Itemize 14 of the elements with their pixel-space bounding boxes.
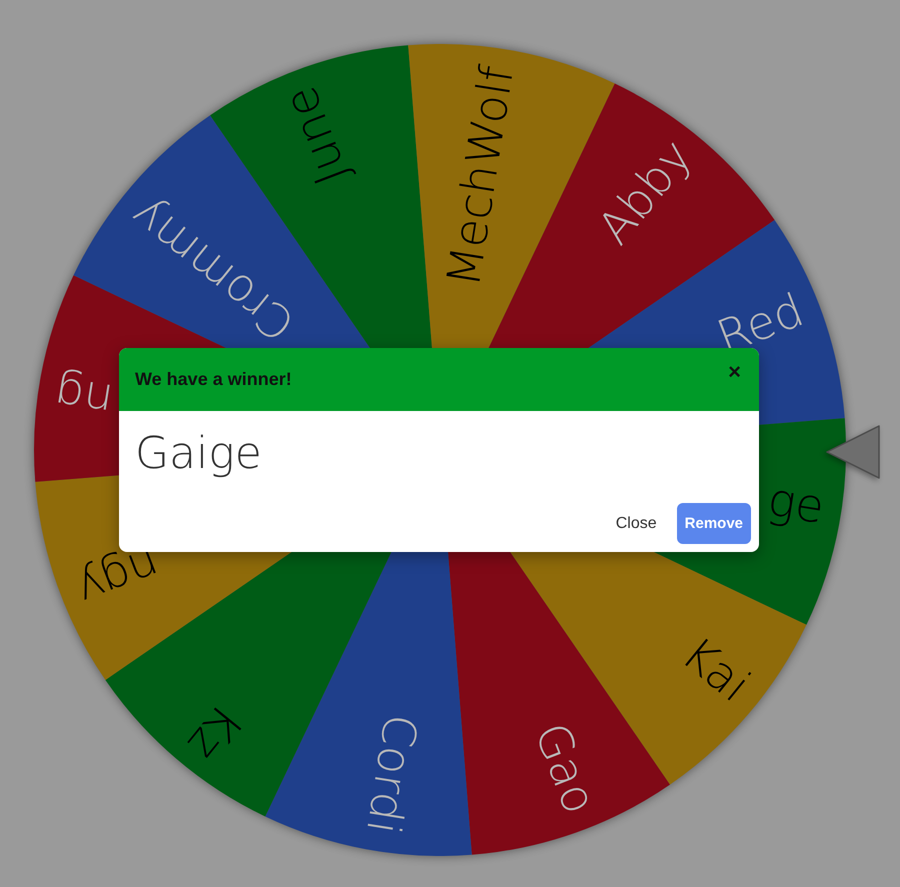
remove-button[interactable]: Remove — [676, 503, 751, 544]
segment-label: Gao — [524, 715, 608, 821]
winner-name: Gaige — [135, 427, 263, 480]
pointer-icon — [825, 424, 881, 480]
dialog-title: We have a winner! — [135, 369, 292, 390]
close-button[interactable]: Close — [608, 503, 665, 544]
segment-label: Kz — [178, 694, 254, 771]
segment-label: June — [272, 79, 359, 192]
segment-label: ngy — [69, 536, 168, 618]
segment-label: Cordi — [356, 710, 428, 838]
segment-label: Kai — [672, 626, 761, 712]
segment-label: ge — [764, 472, 828, 534]
segment-label: ng — [52, 366, 117, 428]
segment-label: MechWolf — [436, 62, 524, 290]
